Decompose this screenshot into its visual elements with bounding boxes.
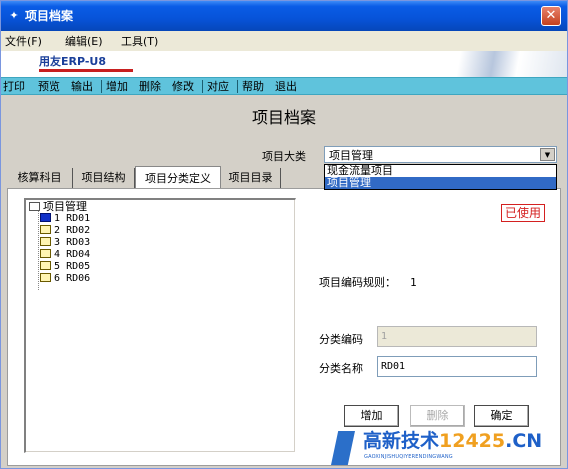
delete-button[interactable]: 删除 [139, 80, 161, 93]
folder-open-icon [29, 202, 40, 211]
toolbar-separator [202, 80, 203, 93]
modify-button[interactable]: 修改 [172, 80, 194, 93]
header-panel: 项目档案 项目大类 项目管理 ▼ [1, 96, 567, 166]
delete-category-button[interactable]: 删除 [410, 405, 465, 427]
category-tree[interactable]: 项目管理 1 RD01 2 RD02 3 RD03 4 RD04 5 RD05 … [24, 198, 296, 453]
menu-tools[interactable]: 工具(T) [121, 35, 158, 48]
confirm-button[interactable]: 确定 [474, 405, 529, 427]
brand-banner: 用友ERP-U8 [1, 51, 567, 77]
watermark-logo-icon [331, 431, 355, 465]
export-button[interactable]: 输出 [71, 80, 93, 93]
toolbar-separator [237, 80, 238, 93]
category-name-label: 分类名称 [319, 362, 363, 375]
folder-selected-icon [40, 213, 51, 222]
title-bar[interactable]: ✦ 项目档案 ✕ [1, 1, 567, 31]
project-category-select[interactable]: 项目管理 ▼ [324, 146, 557, 163]
category-code-label: 分类编码 [319, 333, 363, 346]
help-button[interactable]: 帮助 [242, 80, 264, 93]
dropdown-option-selected[interactable]: 项目管理 [325, 177, 556, 189]
folder-icon [40, 261, 51, 270]
used-status-badge: 已使用 [501, 204, 546, 222]
menu-edit[interactable]: 编辑(E) [65, 35, 103, 48]
category-name-field[interactable]: RD01 [377, 356, 537, 377]
category-code-field[interactable]: 1 [377, 326, 537, 347]
app-icon: ✦ [9, 9, 19, 22]
tree-connector [38, 210, 39, 290]
toolbar: 打印 预览 输出 增加 删除 修改 对应 帮助 退出 [1, 77, 567, 95]
toolbar-separator [101, 80, 102, 93]
add-category-button[interactable]: 增加 [344, 405, 399, 427]
tree-item[interactable]: 5 RD05 [40, 261, 90, 273]
add-button[interactable]: 增加 [106, 80, 128, 93]
menu-bar: 文件(F) 编辑(E) 工具(T) [1, 31, 567, 51]
code-rule-label: 项目编码规则： [319, 276, 396, 289]
menu-file[interactable]: 文件(F) [5, 35, 42, 48]
tab-category-definition[interactable]: 项目分类定义 [135, 166, 221, 188]
project-category-dropdown: 现金流量项目 项目管理 [324, 164, 557, 190]
folder-icon [40, 237, 51, 246]
tree-item[interactable]: 4 RD04 [40, 249, 90, 261]
window-title: 项目档案 [25, 9, 74, 23]
tab-project-directory[interactable]: 项目目录 [221, 168, 281, 188]
close-button[interactable]: ✕ [541, 6, 561, 26]
tab-accounting-subjects[interactable]: 核算科目 [7, 168, 73, 188]
tab-project-structure[interactable]: 项目结构 [73, 168, 135, 188]
chevron-down-icon[interactable]: ▼ [540, 148, 555, 161]
site-watermark: 高新技术12425.CN GAOXINJISHUQIYERENDINGWANG [331, 425, 567, 469]
print-button[interactable]: 打印 [3, 80, 25, 93]
exit-button[interactable]: 退出 [275, 80, 297, 93]
project-archive-window: ✦ 项目档案 ✕ 文件(F) 编辑(E) 工具(T) 用友ERP-U8 打印 预… [0, 0, 568, 469]
preview-button[interactable]: 预览 [38, 80, 60, 93]
code-rule-value: 1 [410, 276, 417, 289]
page-title: 项目档案 [251, 108, 316, 127]
tree-item[interactable]: 1 RD01 [40, 213, 90, 225]
tree-root[interactable]: 项目管理 [29, 201, 87, 213]
tree-item[interactable]: 2 RD02 [40, 225, 90, 237]
project-category-label: 项目大类 [262, 150, 306, 163]
folder-icon [40, 249, 51, 258]
folder-icon [40, 225, 51, 234]
tree-item[interactable]: 3 RD03 [40, 237, 90, 249]
map-button[interactable]: 对应 [207, 80, 229, 93]
folder-icon [40, 273, 51, 282]
ufida-logo: 用友ERP-U8 [39, 55, 133, 72]
tree-item[interactable]: 6 RD06 [40, 273, 90, 285]
banner-decoration [401, 51, 567, 77]
